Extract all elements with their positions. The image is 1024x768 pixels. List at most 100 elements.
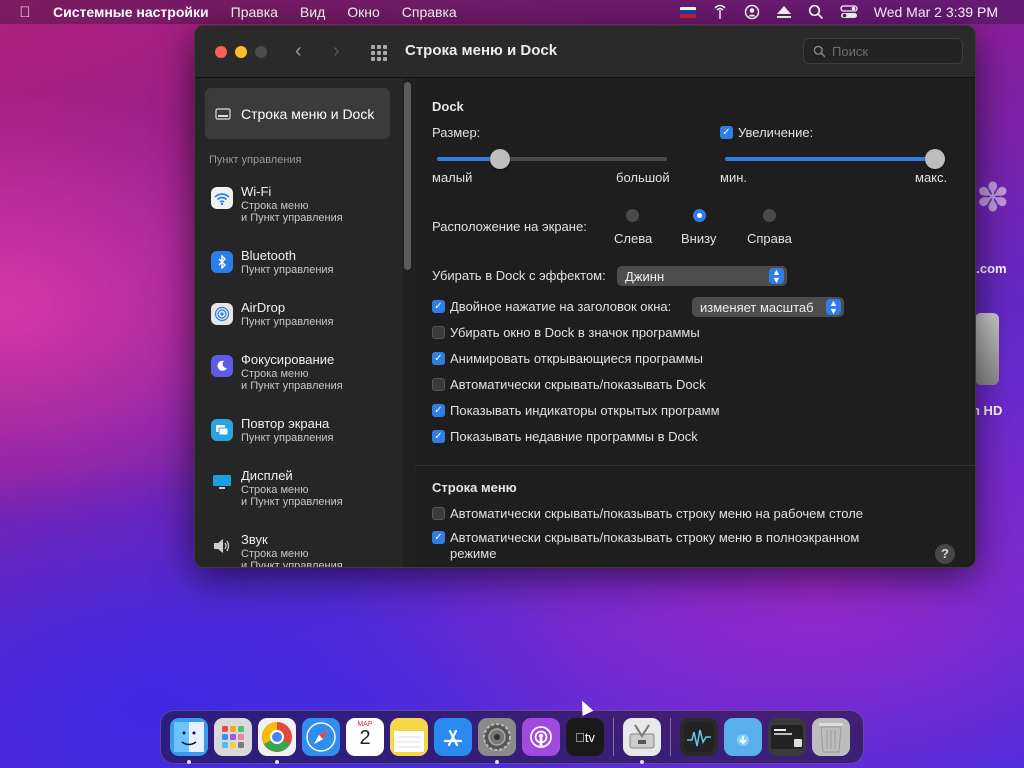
show-indicators-checkbox[interactable]: ✓ xyxy=(432,404,445,417)
animate-apps-checkbox[interactable]: ✓ xyxy=(432,352,445,365)
position-right-label: Справа xyxy=(747,231,792,246)
checkbox-label: Автоматически скрывать/показывать строку… xyxy=(450,506,864,521)
sidebar-item-name: AirDrop xyxy=(241,300,286,315)
apple-tv-icon[interactable]: tv xyxy=(566,718,604,756)
minimize-into-app-checkbox[interactable] xyxy=(432,326,445,339)
sidebar-item-wifi[interactable]: Wi-Fi Строка меню и Пункт управления xyxy=(211,184,343,224)
position-right-radio[interactable] xyxy=(763,209,776,222)
sidebar-selected-label: Строка меню и Dock xyxy=(241,105,375,122)
magnification-checkbox[interactable]: ✓ xyxy=(720,126,733,139)
forward-chevron-icon[interactable]: › xyxy=(333,40,340,63)
menu-view[interactable]: Вид xyxy=(289,4,336,20)
chrome-icon[interactable] xyxy=(258,718,296,764)
show-recent-apps-checkbox[interactable]: ✓ xyxy=(432,430,445,443)
sidebar-item-sub: Строка меню xyxy=(241,548,309,560)
menu-app-name[interactable]: Системные настройки xyxy=(50,4,220,20)
sidebar-item-name: Дисплей xyxy=(241,468,293,483)
menubar-section-header: Строка меню xyxy=(432,480,517,495)
desktop-hd-label[interactable]: h HD xyxy=(972,403,1002,418)
search-field[interactable] xyxy=(803,38,963,64)
back-chevron-icon[interactable]: ‹ xyxy=(295,40,302,63)
system-preferences-icon[interactable] xyxy=(478,718,516,764)
menu-edit[interactable]: Правка xyxy=(220,4,289,20)
sidebar-item-sub: и Пункт управления xyxy=(241,496,343,508)
finder-icon[interactable] xyxy=(170,718,208,764)
size-slider[interactable] xyxy=(437,149,667,169)
double-click-popup[interactable]: изменяет масштаб ▲ ▼ xyxy=(692,297,844,317)
sidebar-item-bluetooth[interactable]: Bluetooth Пункт управления xyxy=(211,248,334,276)
magnification-slider-knob[interactable] xyxy=(925,149,945,169)
search-input[interactable] xyxy=(832,43,952,59)
sidebar-item-focus[interactable]: Фокусирование Строка меню и Пункт управлен… xyxy=(211,352,343,392)
minimize-effect-popup[interactable]: Джинн ▲ ▼ xyxy=(617,266,787,286)
launchpad-icon[interactable] xyxy=(214,718,252,756)
system-preferences-window: ‹ › Строка меню и Dock Строка меню и Doc… xyxy=(194,25,976,568)
help-button[interactable]: ? xyxy=(935,544,955,564)
sidebar-item-airdrop[interactable]: AirDrop Пункт управления xyxy=(211,300,334,328)
autohide-dock-checkbox[interactable] xyxy=(432,378,445,391)
position-bottom-radio[interactable] xyxy=(693,209,706,222)
size-max-label: большой xyxy=(616,170,670,185)
magnification-slider[interactable] xyxy=(725,149,945,169)
sidebar-item-name: Фокусирование xyxy=(241,352,335,367)
checkbox-label: Автоматически скрывать/показывать строку… xyxy=(450,530,860,545)
position-left-radio[interactable] xyxy=(626,209,639,222)
disk-utility-icon[interactable] xyxy=(623,718,661,764)
minimize-effect-value: Джинн xyxy=(625,268,665,284)
double-click-checkbox[interactable]: ✓ xyxy=(432,300,445,313)
zoom-button[interactable] xyxy=(255,46,267,58)
hard-drive-icon[interactable] xyxy=(975,313,999,385)
control-center-icon[interactable] xyxy=(832,5,866,19)
sidebar-item-name: Wi-Fi xyxy=(241,184,272,199)
activity-monitor-icon[interactable] xyxy=(680,718,718,756)
sidebar-item-display[interactable]: Дисплей Строка меню и Пункт управления xyxy=(211,468,343,508)
trash-icon[interactable] xyxy=(812,718,850,756)
menu-help[interactable]: Справка xyxy=(391,4,468,20)
minimize-button[interactable] xyxy=(235,46,247,58)
autohide-menubar-fullscreen-checkbox[interactable]: ✓ xyxy=(432,531,445,544)
calendar-day: 2 xyxy=(359,727,371,749)
popup-chevrons-icon: ▲ ▼ xyxy=(826,299,841,316)
speaker-icon xyxy=(211,535,233,557)
sidebar-item-sub: и Пункт управления xyxy=(241,212,343,224)
safari-icon[interactable] xyxy=(302,718,340,756)
apple-menu-icon[interactable]:  xyxy=(0,4,50,21)
sidebar-item-screen-mirroring[interactable]: Повтор экрана Пункт управления xyxy=(211,416,334,444)
spotlight-search-icon[interactable] xyxy=(800,4,832,20)
sidebar-item-menubar-dock[interactable]: Строка меню и Dock xyxy=(205,88,390,139)
autohide-menubar-desktop-checkbox[interactable] xyxy=(432,507,445,520)
dock: МАР 2 tv xyxy=(160,710,864,764)
position-label: Расположение на экране: xyxy=(432,219,587,234)
size-label: Размер: xyxy=(432,125,481,140)
eject-icon[interactable] xyxy=(768,5,800,19)
moon-icon xyxy=(211,355,233,377)
recent-document-icon[interactable] xyxy=(768,718,806,756)
desktop-gear-icon[interactable]: ✽ xyxy=(976,175,1010,235)
menu-clock[interactable]: Wed Mar 2 3:39 PM xyxy=(866,4,1006,20)
sidebar-item-sound[interactable]: Звук Строка меню и Пункт управления xyxy=(211,532,343,567)
sidebar-scrollbar[interactable] xyxy=(402,78,414,567)
input-source-flag-icon[interactable] xyxy=(672,6,704,18)
airdrop-status-icon[interactable] xyxy=(704,4,736,20)
calendar-icon[interactable]: МАР 2 xyxy=(346,718,384,756)
sidebar-scrollbar-thumb[interactable] xyxy=(404,82,411,270)
app-store-icon[interactable] xyxy=(434,718,472,756)
podcasts-icon[interactable] xyxy=(522,718,560,756)
downloads-folder-icon[interactable] xyxy=(724,718,762,756)
checkbox-label: Показывать индикаторы открытых программ xyxy=(450,403,720,418)
size-slider-knob[interactable] xyxy=(490,149,510,169)
sidebar-item-sub: Строка меню xyxy=(241,484,309,496)
show-all-grid-icon[interactable] xyxy=(371,45,389,61)
settings-pane: Dock Размер: малый большой ✓ Увеличение:… xyxy=(415,78,975,567)
wifi-icon xyxy=(211,187,233,209)
notes-icon[interactable] xyxy=(390,718,428,756)
sidebar-item-sub: и Пункт управления xyxy=(241,380,343,392)
window-title: Строка меню и Dock xyxy=(405,42,558,59)
menu-window[interactable]: Окно xyxy=(336,4,391,20)
checkbox-label-cont: режиме xyxy=(450,546,497,561)
window-titlebar[interactable]: ‹ › Строка меню и Dock xyxy=(195,26,975,78)
user-account-icon[interactable] xyxy=(736,4,768,20)
screen-mirroring-icon xyxy=(211,419,233,441)
close-button[interactable] xyxy=(215,46,227,58)
apple-tv-label: tv xyxy=(575,729,595,745)
